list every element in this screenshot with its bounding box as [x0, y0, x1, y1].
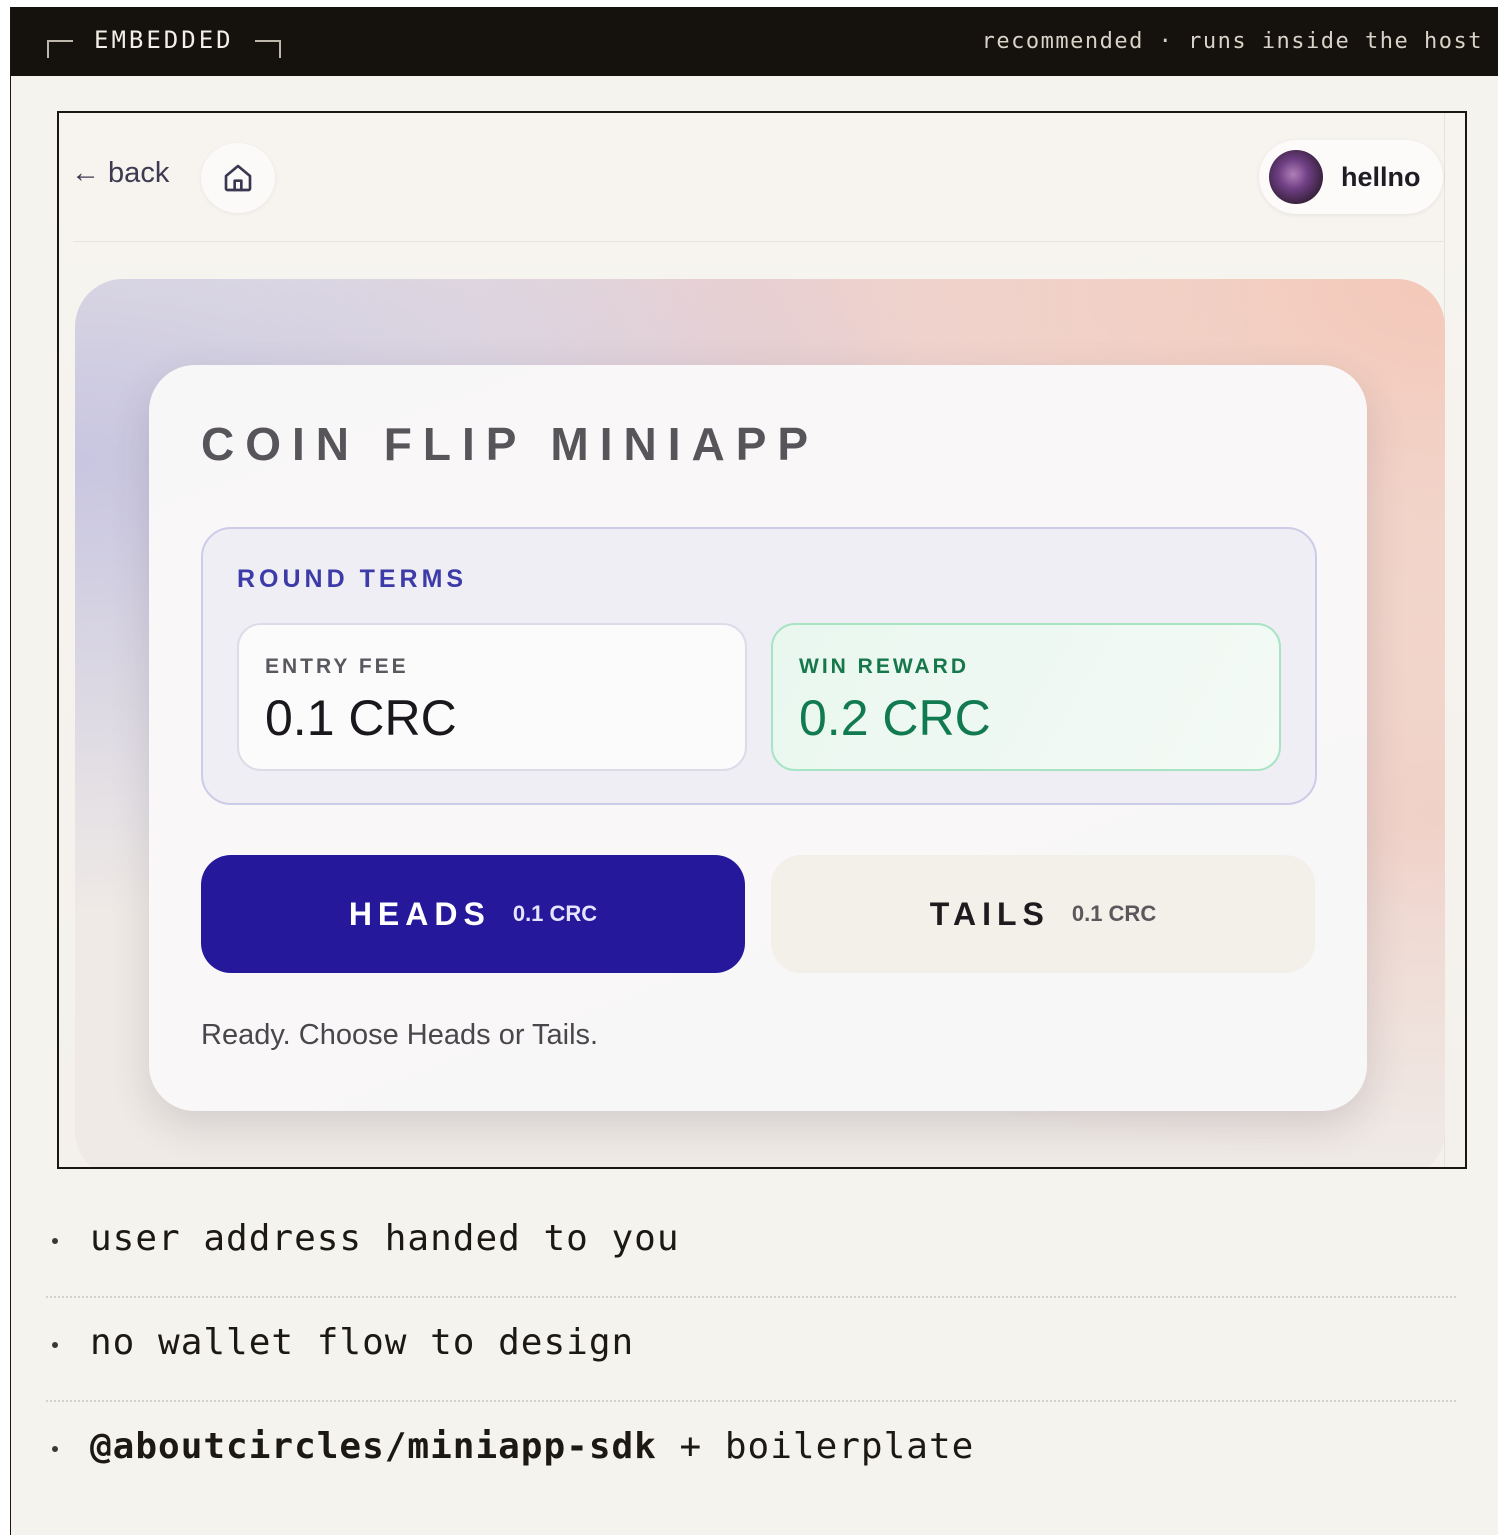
list-item-text: user address handed to you — [90, 1218, 680, 1259]
header-divider — [73, 241, 1445, 242]
home-icon — [224, 164, 252, 192]
heads-button[interactable]: HEADS 0.1 CRC — [201, 855, 745, 973]
win-reward-label: WIN REWARD — [799, 655, 969, 678]
entry-fee-label: ENTRY FEE — [265, 655, 409, 678]
card-title: COIN FLIP MINIAPP — [201, 418, 820, 470]
heads-label: HEADS — [348, 895, 491, 932]
list-item-suffix: + boilerplate — [656, 1426, 975, 1467]
list-divider — [46, 1400, 1456, 1402]
feature-list: user address handed to you no wallet flo… — [46, 1196, 1456, 1508]
section-header: EMBEDDED recommended · runs inside the h… — [11, 7, 1498, 76]
entry-fee-value: 0.1 CRC — [265, 690, 457, 746]
list-item: no wallet flow to design — [46, 1300, 1456, 1404]
tails-button[interactable]: TAILS 0.1 CRC — [771, 855, 1315, 973]
tails-price: 0.1 CRC — [1071, 901, 1157, 926]
bracket-left-icon — [47, 40, 73, 58]
entry-fee-box: ENTRY FEE 0.1 CRC — [237, 623, 747, 771]
round-terms-panel: ROUND TERMS ENTRY FEE 0.1 CRC WIN REWARD… — [201, 527, 1317, 805]
section-meta: recommended · runs inside the host — [981, 29, 1483, 54]
bullet-icon — [52, 1238, 58, 1244]
embedded-app-preview: ← back hellno COIN FLIP MINIAPP ROUND TE… — [57, 111, 1467, 1169]
round-terms-title: ROUND TERMS — [237, 565, 468, 593]
list-item: user address handed to you — [46, 1196, 1456, 1300]
list-item-text: @aboutcircles/miniapp-sdk + boilerplate — [90, 1426, 974, 1467]
bullet-icon — [52, 1342, 58, 1348]
list-item-text: no wallet flow to design — [90, 1322, 635, 1363]
user-profile-pill[interactable]: hellno — [1259, 140, 1443, 214]
bracket-right-icon — [255, 40, 281, 58]
bullet-icon — [52, 1446, 58, 1452]
list-divider — [46, 1296, 1456, 1298]
back-link[interactable]: ← back — [71, 157, 169, 190]
sdk-package-name: @aboutcircles/miniapp-sdk — [90, 1426, 657, 1467]
coin-flip-card: COIN FLIP MINIAPP ROUND TERMS ENTRY FEE … — [149, 365, 1367, 1111]
user-name: hellno — [1341, 162, 1421, 192]
section-label: EMBEDDED — [94, 26, 234, 54]
list-item: @aboutcircles/miniapp-sdk + boilerplate — [46, 1404, 1456, 1508]
heads-price: 0.1 CRC — [512, 901, 598, 926]
home-button[interactable] — [201, 143, 275, 213]
status-text: Ready. Choose Heads or Tails. — [201, 1019, 599, 1051]
win-reward-box: WIN REWARD 0.2 CRC — [771, 623, 1281, 771]
avatar — [1269, 150, 1323, 204]
win-reward-value: 0.2 CRC — [799, 690, 991, 746]
tails-label: TAILS — [929, 895, 1050, 932]
